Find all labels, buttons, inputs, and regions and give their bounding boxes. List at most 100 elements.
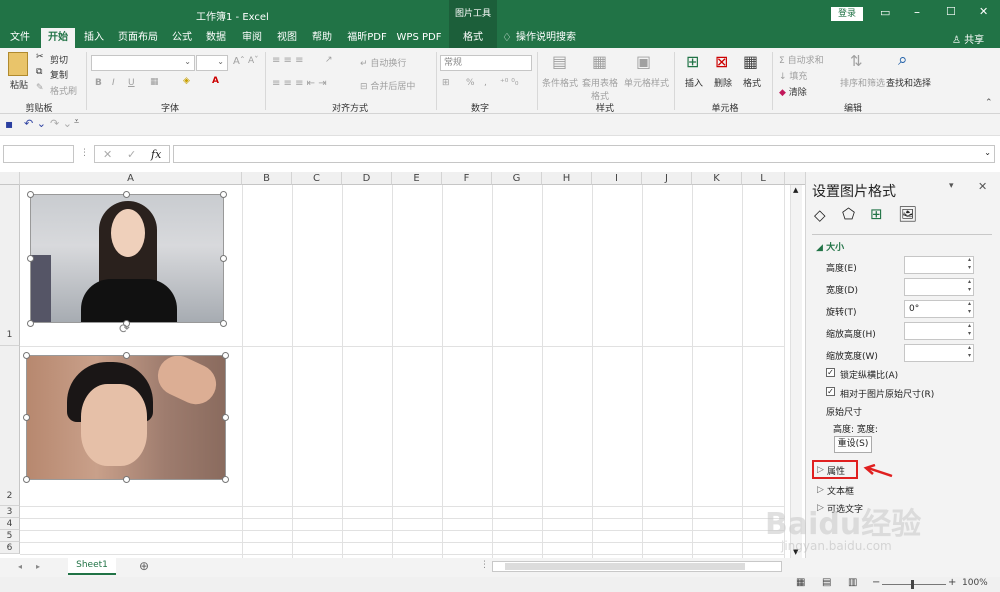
format-painter-icon[interactable]: ✎ bbox=[36, 83, 44, 93]
resize-handle[interactable] bbox=[27, 191, 34, 198]
column-header-f[interactable]: F bbox=[442, 172, 492, 185]
tab-foxit-pdf[interactable]: 福昕PDF bbox=[342, 28, 392, 48]
delete-cells-button[interactable]: 删除 bbox=[714, 76, 732, 89]
resize-handle[interactable] bbox=[220, 191, 227, 198]
ribbon-display-icon[interactable]: ▭ bbox=[880, 6, 890, 19]
sort-filter-icon[interactable]: ⇅ bbox=[850, 52, 863, 70]
scroll-up-icon[interactable]: ▲ bbox=[793, 186, 798, 194]
table-format-button[interactable]: 套用表格格式 bbox=[580, 76, 620, 102]
column-header-j[interactable]: J bbox=[642, 172, 692, 185]
insert-function-icon[interactable]: fx bbox=[151, 148, 161, 161]
lock-aspect-checkbox[interactable]: ✓ bbox=[826, 368, 835, 377]
copy-icon[interactable]: ⧉ bbox=[36, 67, 42, 77]
width-input[interactable] bbox=[904, 278, 974, 296]
resize-handle[interactable] bbox=[27, 320, 34, 327]
normal-view-icon[interactable]: ▦ bbox=[796, 577, 805, 588]
row-header-1[interactable]: 1 bbox=[0, 185, 20, 346]
resize-handle[interactable] bbox=[222, 414, 229, 421]
maximize-icon[interactable]: ☐ bbox=[946, 5, 956, 18]
column-header-h[interactable]: H bbox=[542, 172, 592, 185]
number-format-select[interactable]: 常规 bbox=[440, 55, 532, 71]
picture-icon[interactable]: 🖼 bbox=[898, 205, 917, 223]
customize-qat-icon[interactable]: ⩡ bbox=[74, 117, 79, 127]
font-name-select[interactable]: ⌄ bbox=[91, 55, 195, 71]
comma-button[interactable]: , bbox=[484, 78, 487, 88]
fill-line-icon[interactable]: ◇ bbox=[814, 206, 826, 224]
save-icon[interactable]: ▪ bbox=[5, 117, 13, 131]
effects-icon[interactable]: ⬠ bbox=[842, 205, 855, 223]
undo-icon[interactable]: ↶ ⌄ bbox=[24, 117, 46, 130]
expand-arrow-icon[interactable]: ▷ bbox=[817, 465, 824, 475]
column-header-k[interactable]: K bbox=[692, 172, 742, 185]
column-header-l[interactable]: L bbox=[742, 172, 785, 185]
formula-input[interactable]: ⌄ bbox=[173, 145, 995, 163]
bold-button[interactable]: B bbox=[95, 78, 102, 88]
find-select-icon[interactable]: ⌕ bbox=[898, 50, 908, 70]
portrait-image-boy[interactable] bbox=[26, 355, 226, 480]
close-icon[interactable]: ✕ bbox=[979, 5, 988, 18]
align-left-icon[interactable]: ≡ ≡ ≡ ⇤ ⇥ bbox=[272, 78, 327, 89]
reset-button[interactable]: 重设(S) bbox=[834, 436, 872, 453]
resize-handle[interactable] bbox=[123, 191, 130, 198]
column-header-g[interactable]: G bbox=[492, 172, 542, 185]
cut-icon[interactable]: ✂ bbox=[36, 52, 44, 62]
collapse-ribbon-icon[interactable]: ⌃ bbox=[985, 98, 993, 108]
worksheet-grid[interactable]: A B C D E F G H I J K L 1 2 3 4 5 6 ⟳ ▲ … bbox=[0, 172, 805, 558]
align-top-icon[interactable]: ≡ ≡ ≡ bbox=[272, 55, 304, 66]
page-break-view-icon[interactable]: ▥ bbox=[848, 577, 857, 588]
zoom-slider-thumb[interactable] bbox=[911, 580, 914, 589]
properties-section-toggle[interactable]: 属性 bbox=[827, 464, 845, 477]
name-box[interactable] bbox=[3, 145, 74, 163]
resize-handle[interactable] bbox=[222, 352, 229, 359]
decimal-icon[interactable]: ⁺⁰ ⁰₀ bbox=[500, 78, 518, 88]
grow-font-icon[interactable]: Aˆ bbox=[233, 56, 245, 67]
textbox-section-toggle[interactable]: 文本框 bbox=[827, 484, 854, 497]
page-layout-view-icon[interactable]: ▤ bbox=[822, 577, 831, 588]
portrait-image-girl[interactable] bbox=[30, 194, 224, 323]
tab-insert[interactable]: 插入 bbox=[78, 28, 110, 48]
resize-handle[interactable] bbox=[123, 476, 130, 483]
minimize-icon[interactable]: – bbox=[914, 5, 920, 19]
font-color-icon[interactable]: A bbox=[212, 76, 219, 86]
login-button[interactable]: 登录 bbox=[831, 7, 863, 21]
row-header-4[interactable]: 4 bbox=[0, 518, 20, 530]
tab-home[interactable]: 开始 bbox=[41, 28, 75, 48]
zoom-level[interactable]: 100% bbox=[962, 578, 988, 588]
sort-filter-button[interactable]: 排序和筛选 bbox=[840, 76, 885, 89]
tab-wps-pdf[interactable]: WPS PDF bbox=[394, 28, 444, 48]
relative-original-checkbox[interactable]: ✓ bbox=[826, 387, 835, 396]
tab-format[interactable]: 格式 bbox=[449, 28, 497, 48]
fill-button[interactable]: ↓ 填充 bbox=[779, 69, 807, 82]
horizontal-scroll-thumb[interactable] bbox=[505, 563, 745, 570]
zoom-slider[interactable] bbox=[882, 584, 946, 585]
tab-help[interactable]: 帮助 bbox=[306, 28, 338, 48]
resize-handle[interactable] bbox=[23, 476, 30, 483]
underline-button[interactable]: U bbox=[128, 78, 135, 88]
border-icon[interactable]: ▦ bbox=[150, 77, 159, 87]
resize-handle[interactable] bbox=[220, 320, 227, 327]
row-header-2[interactable]: 2 bbox=[0, 346, 20, 506]
clear-button[interactable]: ◆ 清除 bbox=[779, 85, 807, 98]
pane-options-icon[interactable]: ▾ bbox=[949, 181, 954, 191]
share-button[interactable]: ♙ 共享 bbox=[952, 31, 984, 46]
resize-handle[interactable] bbox=[220, 255, 227, 262]
sheet-prev-icon[interactable]: ◂ bbox=[18, 562, 22, 571]
row-header-3[interactable]: 3 bbox=[0, 506, 20, 518]
resize-handle[interactable] bbox=[23, 352, 30, 359]
column-header-d[interactable]: D bbox=[342, 172, 392, 185]
cell-style-icon[interactable]: ▣ bbox=[636, 52, 651, 71]
insert-cells-button[interactable]: 插入 bbox=[685, 76, 703, 89]
cell-style-button[interactable]: 单元格样式 bbox=[624, 76, 669, 89]
expand-arrow-icon[interactable]: ▷ bbox=[817, 485, 824, 495]
tab-page-layout[interactable]: 页面布局 bbox=[114, 28, 162, 48]
row-header-6[interactable]: 6 bbox=[0, 542, 20, 554]
column-header-b[interactable]: B bbox=[242, 172, 292, 185]
redo-icon[interactable]: ↷ ⌄ bbox=[50, 117, 72, 130]
conditional-format-icon[interactable]: ▤ bbox=[552, 52, 567, 71]
rotate-handle-icon[interactable]: ⟳ bbox=[119, 322, 130, 337]
horizontal-scrollbar[interactable] bbox=[492, 561, 782, 572]
delete-cells-icon[interactable]: ⊠ bbox=[715, 52, 728, 71]
cancel-icon[interactable]: ✕ bbox=[103, 148, 112, 161]
tab-data[interactable]: 数据 bbox=[200, 28, 232, 48]
column-header-i[interactable]: I bbox=[592, 172, 642, 185]
